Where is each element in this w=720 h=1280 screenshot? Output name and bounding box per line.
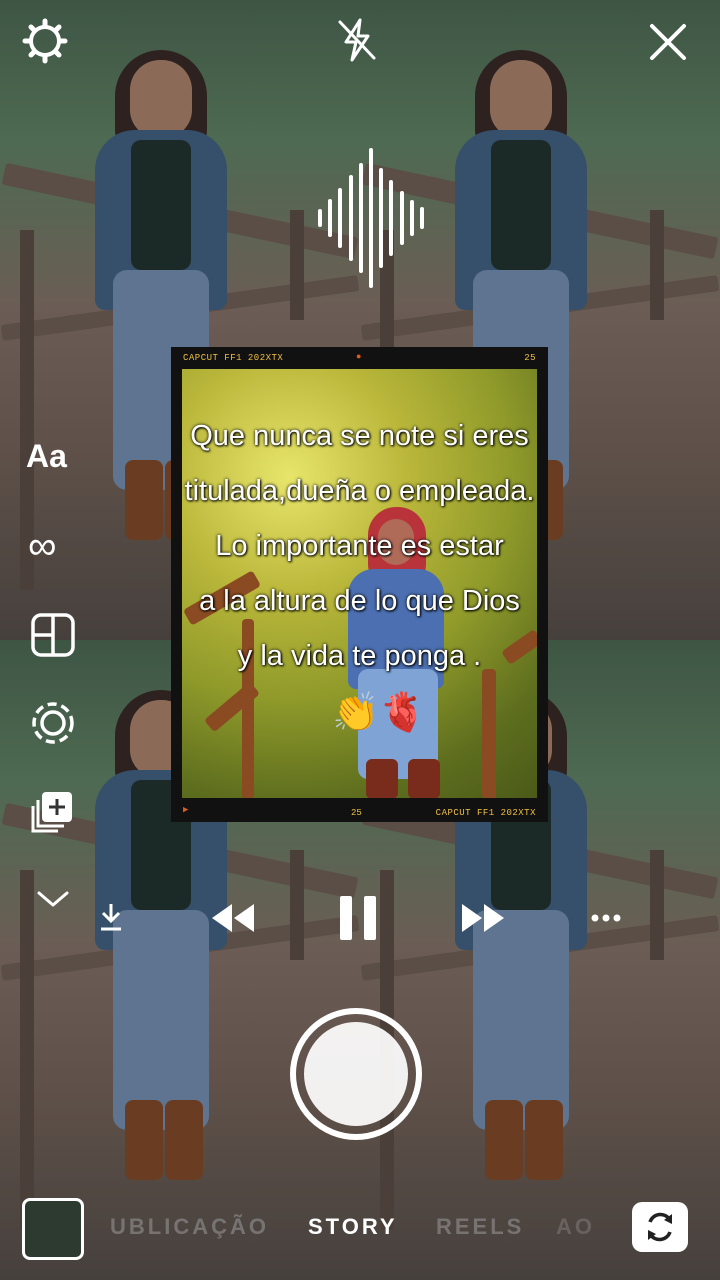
text-icon: Aa [26, 438, 67, 474]
film-label: CAPCUT FF1 202XTX [435, 808, 536, 818]
shutter-inner [304, 1022, 408, 1126]
hands-free-tool-button[interactable] [28, 698, 78, 748]
forward-button[interactable] [458, 900, 508, 936]
multi-capture-icon [31, 792, 72, 833]
caption-text: Que nunca se note si eres titulada,dueña… [182, 409, 537, 684]
rewind-button[interactable] [208, 900, 258, 936]
close-button[interactable] [648, 22, 688, 62]
film-arrow: ▶ [183, 805, 189, 815]
mode-publicacao[interactable]: UBLICAÇÃO [110, 1214, 269, 1240]
story-sticker-card[interactable]: CAPCUT FF1 202XTX ● 25 Que nunca se note… [171, 347, 548, 822]
film-dot: ● [356, 352, 362, 362]
settings-button[interactable] [22, 18, 68, 64]
layout-icon [31, 613, 75, 657]
mode-selector: UBLICAÇÃO STORY REELS AO [0, 1214, 720, 1244]
more-tools-button[interactable] [36, 888, 70, 910]
close-icon [650, 24, 686, 60]
pause-icon [340, 896, 376, 940]
flash-off-icon [338, 18, 376, 62]
film-strip-top: CAPCUT FF1 202XTX ● 25 [171, 347, 548, 367]
more-button[interactable] [590, 910, 622, 926]
chevron-down-icon [37, 891, 69, 907]
download-button[interactable] [98, 902, 124, 932]
mode-reels[interactable]: REELS [436, 1214, 524, 1240]
caption-emoji: 👏🫀 [332, 692, 427, 734]
mode-story[interactable]: STORY [308, 1214, 398, 1240]
boomerang-tool-button[interactable]: ∞ [28, 526, 78, 566]
flip-camera-icon [648, 1212, 672, 1242]
mode-ao[interactable]: AO [556, 1214, 595, 1240]
download-icon [101, 904, 121, 931]
flip-camera-button[interactable] [632, 1202, 688, 1252]
caption-line: y la vida te ponga . [237, 640, 482, 672]
hands-free-icon [32, 702, 74, 744]
layout-tool-button[interactable] [30, 612, 76, 658]
film-number: 25 [351, 808, 362, 818]
caption-line: titulada,dueña o empleada. [184, 475, 535, 507]
shutter-button[interactable] [290, 1008, 422, 1140]
gear-icon [22, 18, 68, 64]
caption-line: Lo importante es estar [215, 530, 504, 562]
more-icon [591, 914, 621, 922]
caption-line: a la altura de lo que Dios [199, 585, 520, 617]
caption-line: Que nunca se note si eres [190, 420, 529, 452]
film-number: 25 [524, 353, 536, 363]
audio-waveform-icon[interactable] [318, 148, 424, 288]
fast-forward-icon [462, 904, 504, 932]
multi-capture-tool-button[interactable] [30, 788, 76, 834]
film-strip-bottom: ▶ 25 CAPCUT FF1 202XTX [171, 802, 548, 822]
card-photo: Que nunca se note si eres titulada,dueña… [182, 369, 537, 798]
pause-button[interactable] [336, 892, 380, 944]
text-tool-button[interactable]: Aa [26, 438, 82, 478]
rewind-icon [212, 904, 254, 932]
flash-button[interactable] [334, 16, 380, 64]
infinity-icon: ∞ [28, 524, 57, 568]
film-label: CAPCUT FF1 202XTX [183, 353, 284, 363]
